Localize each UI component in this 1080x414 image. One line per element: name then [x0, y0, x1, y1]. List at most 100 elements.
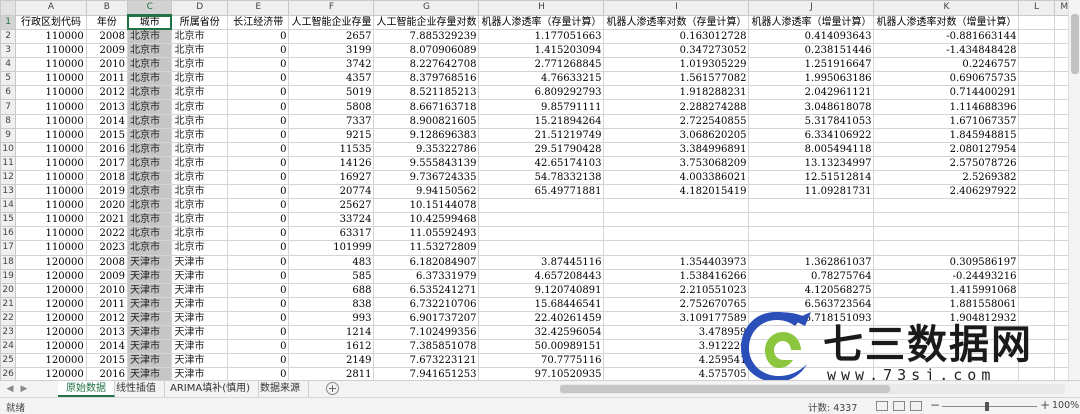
- header-cell[interactable]: 机器人渗透率（存量计算）: [478, 14, 605, 30]
- cell[interactable]: 天津市: [126, 254, 173, 270]
- cell[interactable]: 1.019305229: [603, 57, 750, 73]
- cell[interactable]: 天津市: [126, 310, 173, 326]
- column-header-e[interactable]: E: [226, 0, 290, 16]
- cell[interactable]: 2018: [85, 169, 128, 186]
- row-header[interactable]: 18: [0, 254, 17, 270]
- cell[interactable]: 2.771268845: [478, 57, 605, 73]
- cell[interactable]: 2015: [85, 127, 128, 143]
- cell[interactable]: [478, 198, 605, 214]
- cell[interactable]: 120000: [15, 367, 87, 380]
- cell[interactable]: 32.42596054: [478, 324, 605, 341]
- scroll-tabs-left-icon[interactable]: ◀: [4, 383, 16, 395]
- zoom-out-icon[interactable]: −: [930, 398, 940, 412]
- cell[interactable]: 天津市: [126, 268, 173, 284]
- cell[interactable]: 1.415991068: [873, 282, 1020, 298]
- cell[interactable]: 120000: [15, 339, 87, 355]
- cell[interactable]: 4.575705: [603, 367, 750, 380]
- cell[interactable]: 110000: [15, 226, 87, 242]
- cell[interactable]: 10.15144078: [373, 198, 480, 214]
- cell[interactable]: 11.53272809: [373, 240, 480, 256]
- cell[interactable]: 8.005494118: [748, 141, 875, 157]
- cell[interactable]: 北京市: [126, 198, 173, 214]
- cell[interactable]: 0: [226, 268, 290, 284]
- scroll-tabs-right-icon[interactable]: ▶: [18, 383, 30, 395]
- cell[interactable]: 2012: [85, 310, 128, 326]
- cell[interactable]: 2011: [85, 296, 128, 312]
- column-header-f[interactable]: F: [288, 0, 375, 16]
- row-header[interactable]: 1: [0, 14, 17, 30]
- cell[interactable]: 10.42599468: [373, 212, 480, 228]
- cell[interactable]: 天津市: [171, 282, 228, 298]
- cell[interactable]: 2.575078726: [873, 155, 1020, 171]
- cell[interactable]: 0.2246757: [873, 57, 1020, 73]
- row-header[interactable]: 5: [0, 71, 17, 87]
- cell[interactable]: 7.385851078: [373, 339, 480, 355]
- row-header[interactable]: 23: [0, 324, 17, 341]
- cell[interactable]: 北京市: [126, 28, 173, 45]
- cell[interactable]: 1.995063186: [748, 71, 875, 87]
- cell[interactable]: 65.49771881: [478, 184, 605, 200]
- cell[interactable]: 0: [226, 155, 290, 171]
- cell[interactable]: 2010: [85, 282, 128, 298]
- cell[interactable]: 110000: [15, 212, 87, 228]
- vertical-scroll-thumb[interactable]: [1071, 14, 1079, 74]
- cell[interactable]: 1.845948815: [873, 127, 1020, 143]
- cell[interactable]: 0: [226, 339, 290, 355]
- cell[interactable]: 6.37331979: [373, 268, 480, 284]
- cell[interactable]: 天津市: [171, 324, 228, 341]
- cell[interactable]: 0: [226, 324, 290, 341]
- cell[interactable]: 北京市: [126, 212, 173, 228]
- row-header[interactable]: 4: [0, 57, 17, 73]
- cell[interactable]: 3.068620205: [603, 127, 750, 143]
- cell[interactable]: [1018, 99, 1055, 115]
- cell[interactable]: 天津市: [126, 367, 173, 380]
- cell[interactable]: 2014: [85, 339, 128, 355]
- column-header-l[interactable]: L: [1018, 0, 1055, 16]
- cell[interactable]: [748, 240, 875, 256]
- cell[interactable]: 0: [226, 310, 290, 326]
- row-header[interactable]: 6: [0, 85, 17, 101]
- cell[interactable]: 42.65174103: [478, 155, 605, 171]
- cell[interactable]: 993: [288, 310, 375, 326]
- cell[interactable]: 0.347273052: [603, 43, 750, 59]
- cell[interactable]: 3742: [288, 57, 375, 73]
- cell[interactable]: 北京市: [171, 240, 228, 256]
- header-cell[interactable]: 所属省份: [171, 14, 228, 30]
- cell[interactable]: 2010: [85, 57, 128, 73]
- cell[interactable]: 0.163012728: [603, 28, 750, 45]
- select-all-corner[interactable]: [0, 0, 17, 16]
- cell[interactable]: 2020: [85, 198, 128, 214]
- cell[interactable]: 3.87445116: [478, 254, 605, 270]
- cell[interactable]: 5019: [288, 85, 375, 101]
- cell[interactable]: 16927: [288, 169, 375, 186]
- cell[interactable]: 0.309586197: [873, 254, 1020, 270]
- cell[interactable]: 0: [226, 127, 290, 143]
- cell[interactable]: 5808: [288, 99, 375, 115]
- cell[interactable]: 天津市: [171, 254, 228, 270]
- row-header[interactable]: 10: [0, 141, 17, 157]
- cell[interactable]: 天津市: [171, 367, 228, 380]
- cell[interactable]: 0: [226, 43, 290, 59]
- cell[interactable]: 120000: [15, 310, 87, 326]
- cell[interactable]: 北京市: [126, 127, 173, 143]
- column-header-a[interactable]: A: [15, 0, 87, 16]
- row-header[interactable]: 16: [0, 226, 17, 242]
- cell[interactable]: 2017: [85, 155, 128, 171]
- cell[interactable]: 北京市: [126, 71, 173, 87]
- cell[interactable]: 0: [226, 141, 290, 157]
- cell[interactable]: 0: [226, 57, 290, 73]
- header-cell[interactable]: 机器人渗透率对数（增量计算）: [873, 14, 1020, 30]
- cell[interactable]: 北京市: [171, 184, 228, 200]
- column-header-j[interactable]: J: [748, 0, 875, 16]
- cell[interactable]: 1612: [288, 339, 375, 355]
- cell[interactable]: 5.317841053: [748, 113, 875, 129]
- header-cell[interactable]: [1018, 14, 1055, 30]
- cell[interactable]: 北京市: [126, 43, 173, 59]
- cell[interactable]: 1.251916647: [748, 57, 875, 73]
- cell[interactable]: 北京市: [171, 127, 228, 143]
- cell[interactable]: 2014: [85, 113, 128, 129]
- cell[interactable]: 0.414093643: [748, 28, 875, 45]
- cell[interactable]: [1018, 28, 1055, 45]
- cell[interactable]: 1.415203094: [478, 43, 605, 59]
- cell[interactable]: 北京市: [171, 169, 228, 186]
